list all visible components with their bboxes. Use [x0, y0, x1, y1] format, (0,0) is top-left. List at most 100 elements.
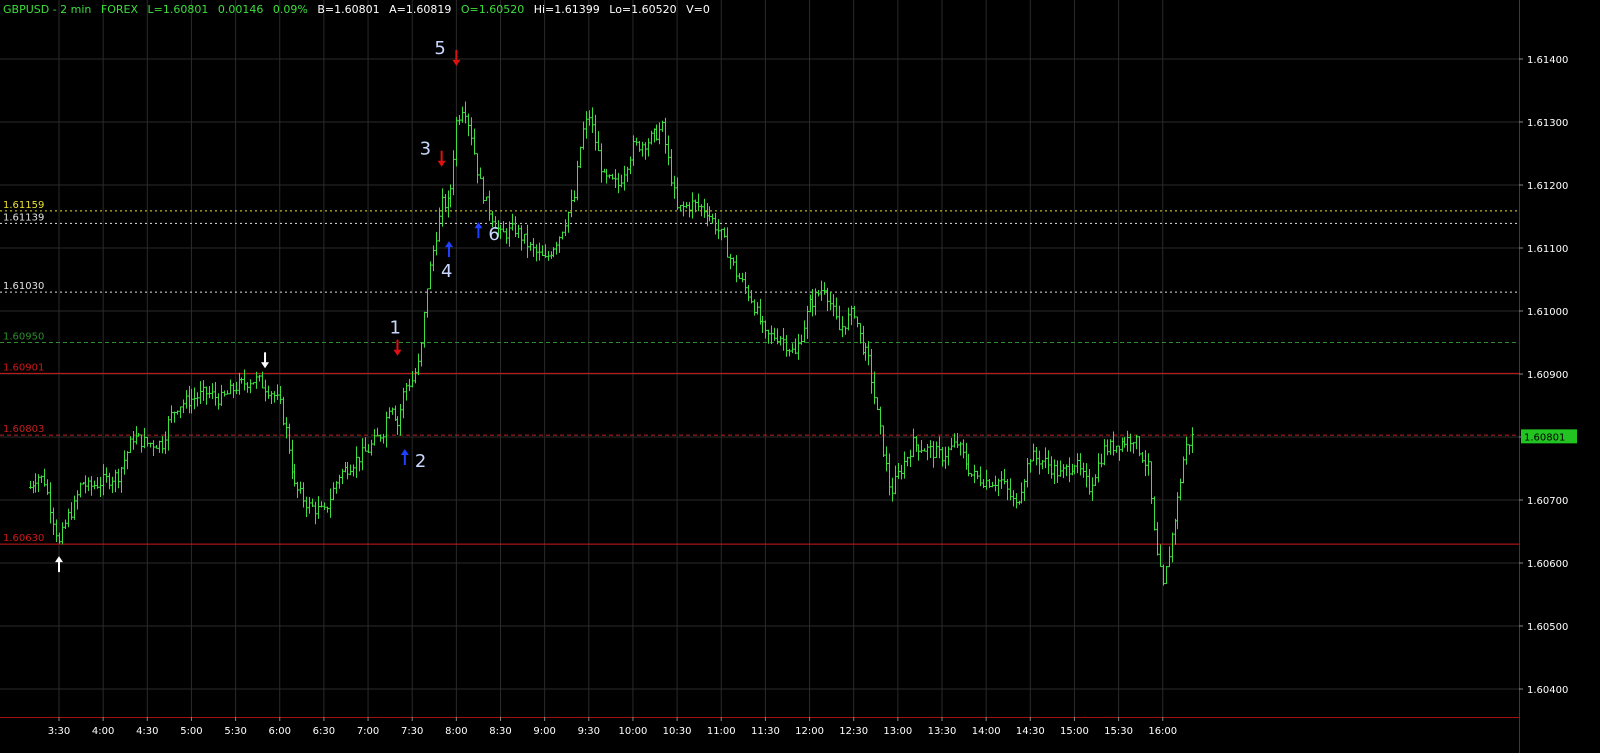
arrow-down-icon: [261, 362, 270, 369]
price-bar: [920, 439, 923, 453]
price-bar: [417, 353, 420, 376]
price-bar: [994, 475, 997, 492]
price-bar: [414, 368, 417, 384]
price-bar: [382, 433, 385, 444]
price-bar: [1073, 464, 1076, 475]
price-bar: [691, 192, 694, 219]
price-bar: [729, 253, 732, 270]
sell-arrow-marker: 3: [420, 139, 446, 167]
price-bar: [1053, 459, 1056, 485]
chart-axes: 1.61400 1.61300 1.61200 1.61100 1.61000 1.609…: [0, 0, 1577, 753]
price-bar: [370, 439, 373, 456]
price-bar: [205, 386, 208, 405]
price-bar: [976, 470, 979, 480]
price-bar: [246, 382, 249, 393]
price-bar: [114, 469, 117, 493]
price-bar: [950, 437, 953, 451]
price-bar: [282, 396, 285, 426]
time-tick-label: 3:30: [48, 726, 70, 737]
price-bar: [479, 167, 482, 180]
price-bar: [664, 117, 667, 154]
price-bar: [832, 294, 835, 317]
price-bar: [744, 271, 747, 294]
price-bar: [764, 320, 767, 339]
price-tick-label: 1.61400: [1527, 55, 1568, 66]
price-bar: [888, 453, 891, 496]
price-bar: [29, 481, 32, 489]
price-bar: [143, 427, 146, 449]
price-bar: [84, 475, 87, 494]
annotation-label: 2: [415, 451, 426, 472]
price-bar: [644, 142, 647, 160]
price-bar: [202, 380, 205, 401]
annotation-label: 6: [488, 224, 499, 245]
price-bar: [408, 378, 411, 392]
price-bar: [885, 446, 888, 472]
price-bar: [264, 379, 267, 402]
price-bar: [167, 415, 170, 451]
price-bar: [1003, 468, 1006, 485]
price-bar: [43, 468, 46, 487]
price-bar: [1185, 436, 1188, 465]
price-bar: [541, 245, 544, 256]
price-bar: [797, 333, 800, 360]
price-bar: [962, 439, 965, 459]
price-bar: [444, 194, 447, 213]
price-bar: [923, 448, 926, 452]
price-bar: [794, 338, 797, 355]
price-bar: [217, 393, 220, 410]
buy-arrow-marker: 4: [441, 241, 453, 282]
price-bar: [788, 348, 791, 357]
price-bar: [464, 101, 467, 124]
price-bar: [676, 177, 679, 210]
time-tick-label: 9:30: [578, 726, 600, 737]
price-bar: [726, 227, 729, 258]
price-bar: [938, 436, 941, 459]
price-bar: [1062, 464, 1065, 479]
price-bar: [132, 431, 135, 450]
price-bar: [879, 406, 882, 435]
price-bar: [608, 174, 611, 179]
price-levels: 1.611591.61139 1.61030 1.60950 1.60901 1.608…: [0, 200, 1519, 545]
price-bar: [891, 477, 894, 502]
header-market: FOREX: [100, 3, 139, 16]
price-bar: [49, 482, 52, 524]
price-bar: [208, 386, 211, 399]
price-bar: [364, 437, 367, 452]
price-bar: [1071, 463, 1074, 476]
price-bar: [426, 288, 429, 318]
price-bar: [647, 138, 650, 157]
price-bar: [903, 451, 906, 479]
price-bar: [190, 388, 193, 414]
price-bar: [149, 442, 152, 448]
time-tick-label: 5:30: [224, 726, 246, 737]
sell-arrow-marker: 1: [389, 318, 402, 356]
price-bar: [146, 436, 149, 447]
price-bar: [1035, 446, 1038, 466]
price-bar: [508, 221, 511, 247]
price-bar: [864, 343, 867, 361]
price-bar: [34, 473, 37, 493]
price-bar: [988, 478, 991, 488]
price-chart[interactable]: 1.611591.61139 1.61030 1.60950 1.60901 1.608…: [0, 0, 1600, 753]
price-bar: [959, 441, 962, 456]
price-bar: [435, 231, 438, 256]
time-tick-label: 12:00: [795, 726, 824, 737]
price-bar: [511, 213, 514, 231]
price-bar: [240, 377, 243, 384]
time-tick-label: 10:30: [663, 726, 692, 737]
price-bar: [332, 482, 335, 501]
price-bar: [196, 392, 199, 407]
price-bar: [982, 479, 985, 489]
price-bar: [1038, 450, 1041, 475]
time-tick-label: 13:30: [928, 726, 957, 737]
price-bar: [870, 349, 873, 394]
arrow-down-icon: [452, 59, 461, 66]
price-bar: [1132, 442, 1135, 454]
price-bar: [288, 423, 291, 454]
price-bar: [682, 201, 685, 217]
price-bar: [229, 379, 232, 395]
price-bar: [67, 508, 70, 528]
price-bar: [694, 199, 697, 213]
price-bar: [929, 440, 932, 459]
